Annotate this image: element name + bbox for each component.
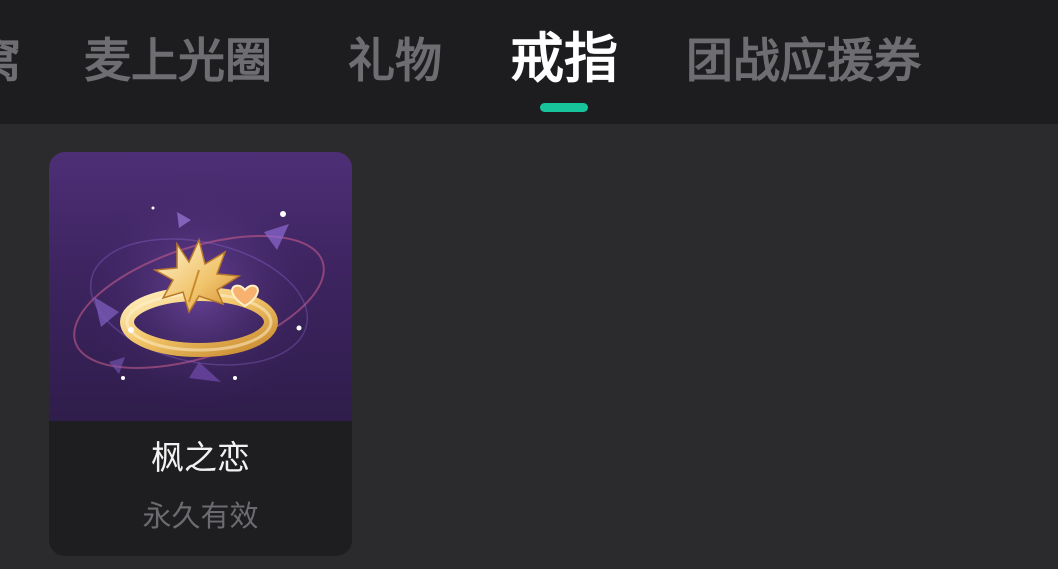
item-card[interactable]: 枫之恋 永久有效 [49,152,352,556]
tab-gifts[interactable]: 礼物 [348,30,442,94]
tab-rings[interactable]: 戒指 [510,27,618,91]
tab-halo[interactable]: 麦上光圈 [84,30,272,94]
tab-team-battle-coupon[interactable]: 团战应援券 [686,30,921,94]
active-tab-indicator [540,103,588,112]
item-name: 枫之恋 [151,438,250,477]
items-grid: 枫之恋 永久有效 [0,124,1058,569]
maple-leaf-ring-icon [73,172,325,412]
item-validity: 永久有效 [142,499,259,533]
item-thumbnail [49,152,352,421]
tab-partial[interactable]: 窝 [0,30,21,94]
tab-bar: 窝 麦上光圈 礼物 戒指 团战应援券 [0,0,1058,124]
